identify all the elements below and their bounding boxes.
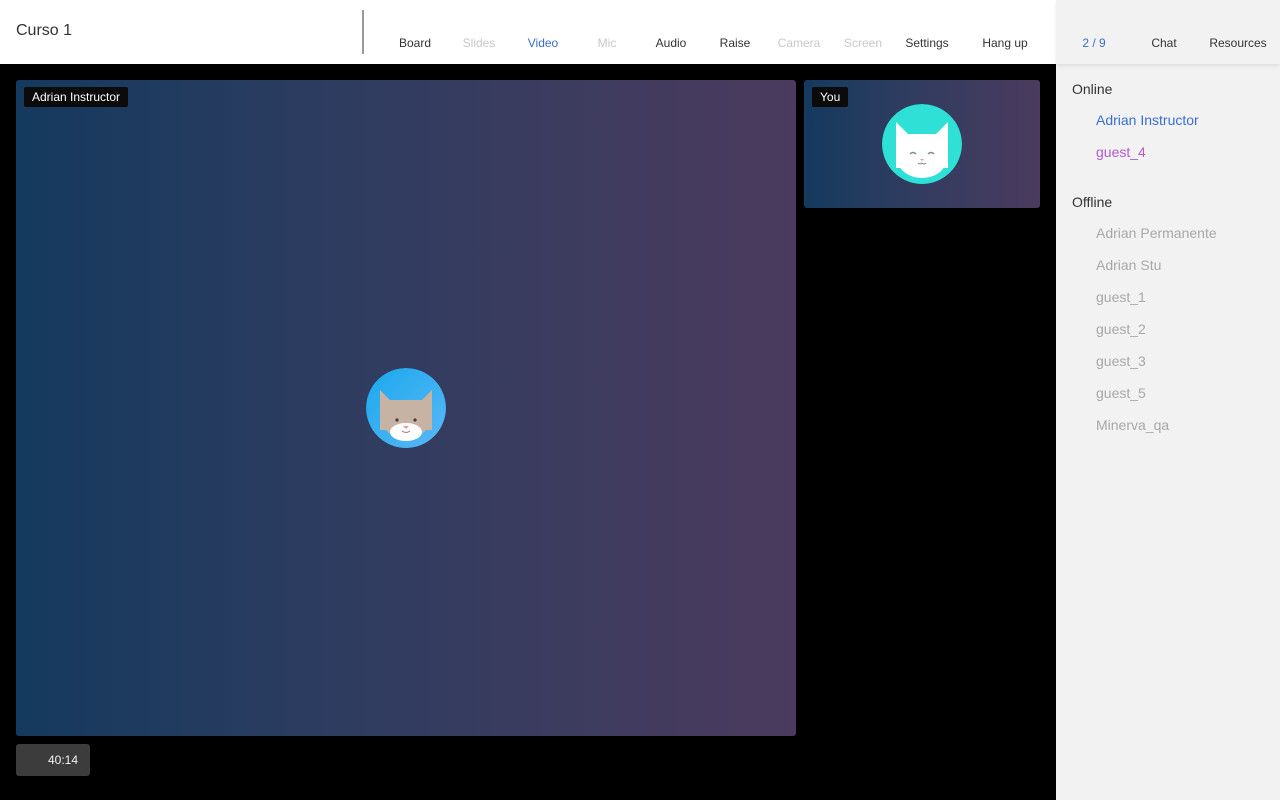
online-section-title: Online	[1072, 81, 1113, 97]
screen-share-button[interactable]: Screen	[831, 36, 895, 50]
settings-button[interactable]: Settings	[895, 36, 959, 50]
participant-offline[interactable]: Adrian Permanente	[1096, 225, 1217, 241]
participant-offline[interactable]: guest_3	[1096, 353, 1146, 369]
raise-hand-button[interactable]: Raise	[703, 36, 767, 50]
main-video-tile: Adrian Instructor	[16, 80, 796, 736]
course-title: Curso 1	[16, 22, 73, 39]
sidebar-header: 2 / 9 Chat Resources	[1056, 0, 1280, 64]
camera-button[interactable]: Camera	[767, 36, 831, 50]
participant-offline[interactable]: guest_2	[1096, 321, 1146, 337]
self-video-label: You	[812, 87, 849, 107]
participants-sidebar: 2 / 9 Chat Resources Online Adrian Instr…	[1056, 0, 1280, 800]
audio-button[interactable]: Audio	[639, 36, 703, 50]
participant-offline[interactable]: guest_1	[1096, 289, 1146, 305]
tab-resources[interactable]: Resources	[1206, 36, 1270, 50]
session-timer: 40:14	[16, 744, 90, 776]
toolbar-divider	[362, 10, 364, 54]
participant-offline[interactable]: guest_5	[1096, 385, 1146, 401]
participant-online[interactable]: guest_4	[1096, 144, 1146, 160]
self-video-tile: You	[804, 80, 1040, 208]
mic-button[interactable]: Mic	[575, 36, 639, 50]
board-button[interactable]: Board	[383, 36, 447, 50]
video-button[interactable]: Video	[511, 36, 575, 50]
hang-up-button[interactable]: Hang up	[973, 36, 1037, 50]
participant-online[interactable]: Adrian Instructor	[1096, 112, 1199, 128]
self-avatar-cat-icon	[882, 104, 962, 184]
participant-offline[interactable]: Minerva_qa	[1096, 417, 1169, 433]
main-avatar-cat-icon	[366, 368, 446, 448]
top-toolbar: Curso 1 Board Slides Video Mic Audio Rai…	[0, 0, 1056, 64]
participant-offline[interactable]: Adrian Stu	[1096, 257, 1161, 273]
slides-button[interactable]: Slides	[447, 36, 511, 50]
main-video-label: Adrian Instructor	[24, 87, 129, 107]
participant-count: 2 / 9	[1082, 36, 1106, 50]
session-timer-text: 40:14	[48, 753, 79, 767]
offline-section-title: Offline	[1072, 194, 1113, 210]
tab-chat[interactable]: Chat	[1146, 36, 1182, 50]
